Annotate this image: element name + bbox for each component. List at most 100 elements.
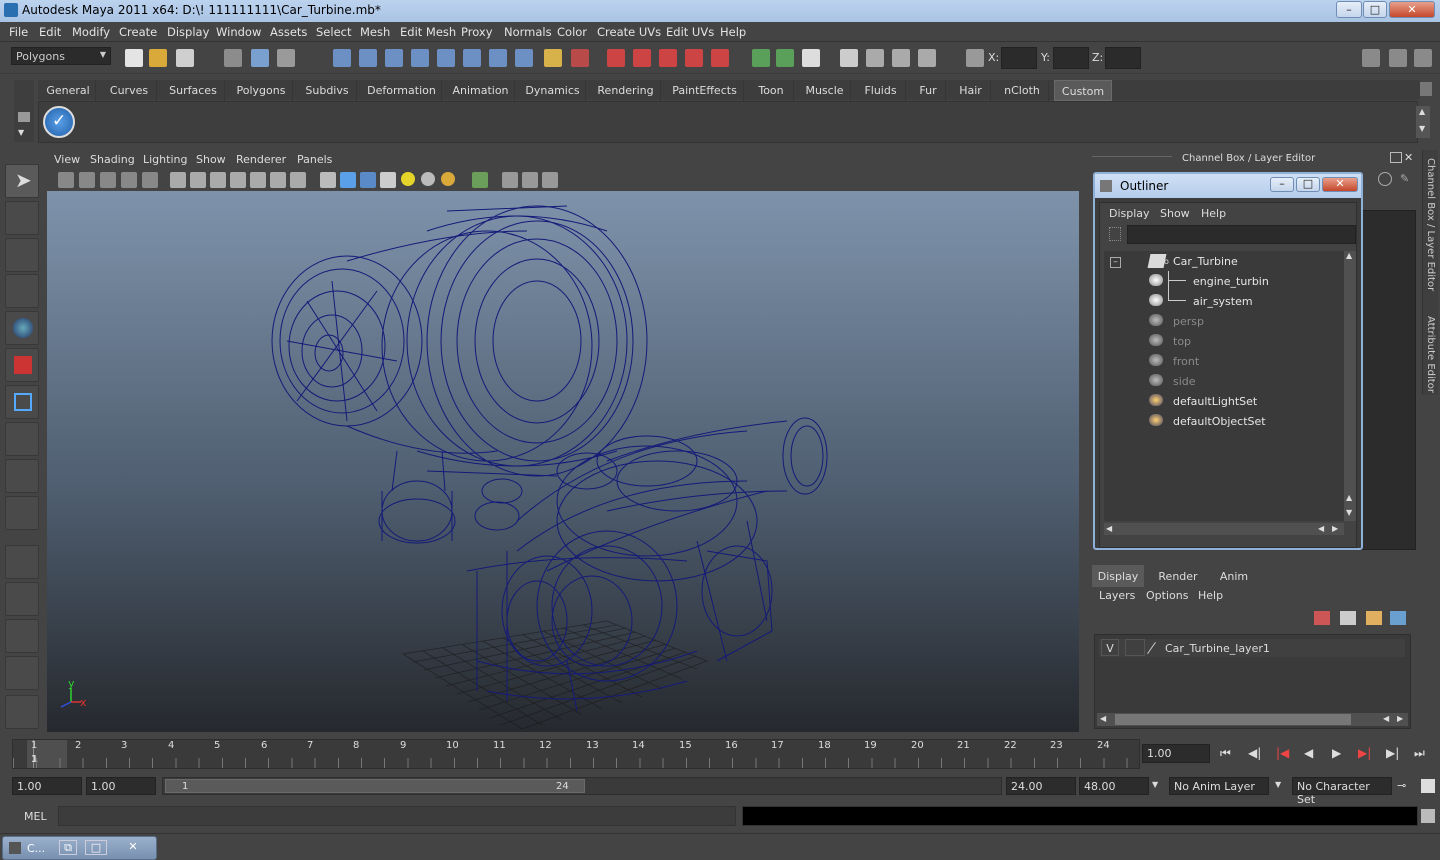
menu-create[interactable]: Create: [119, 25, 157, 39]
empty-tool-slot[interactable]: [5, 496, 39, 530]
collapse-toggle-icon[interactable]: –: [1110, 257, 1121, 268]
outliner-maximize-button[interactable]: □: [1296, 177, 1320, 192]
save-scene-icon[interactable]: [176, 49, 194, 67]
channel-box-circle-icon[interactable]: [1378, 172, 1392, 186]
two-d-pan-icon[interactable]: [142, 172, 158, 188]
shadows-icon[interactable]: [441, 172, 455, 186]
help-mask-icon[interactable]: [515, 49, 533, 67]
shelf-tab-animation[interactable]: Animation: [447, 80, 515, 101]
step-forward-frame-icon[interactable]: ▶|: [1386, 746, 1399, 760]
select-object-icon[interactable]: [251, 49, 269, 67]
snap-plane-icon[interactable]: [685, 49, 703, 67]
menu-edit[interactable]: Edit: [39, 25, 61, 39]
last-tool-icon[interactable]: [5, 459, 39, 493]
mask-icon-5[interactable]: [437, 49, 455, 67]
manipulator-tool-icon[interactable]: [5, 422, 39, 456]
close-icon[interactable]: ✕: [115, 840, 151, 855]
outliner-item-default-light-set[interactable]: defaultLightSet: [1173, 395, 1257, 408]
select-component-icon[interactable]: [277, 49, 295, 67]
shelf-tab-painteffects[interactable]: PaintEffects: [666, 80, 744, 101]
film-gate-icon[interactable]: [190, 172, 206, 188]
outliner-window[interactable]: Outliner – □ ✕ Display Show Help – Car_T…: [1093, 172, 1363, 550]
all-lights-icon[interactable]: [421, 172, 435, 186]
rotate-tool-icon[interactable]: [5, 348, 39, 382]
menu-assets[interactable]: Assets: [270, 25, 307, 39]
outliner-minimize-button[interactable]: –: [1270, 177, 1294, 192]
layer-row[interactable]: V Car_Turbine_layer1: [1099, 639, 1405, 657]
menu-file[interactable]: File: [9, 25, 28, 39]
script-editor-icon[interactable]: [1421, 809, 1435, 823]
mel-input[interactable]: [58, 806, 736, 826]
new-scene-icon[interactable]: [125, 49, 143, 67]
bookmarks-icon[interactable]: [100, 172, 116, 188]
outliner-menu-help[interactable]: Help: [1201, 207, 1226, 220]
move-tool-icon[interactable]: [5, 311, 39, 345]
outliner-item-front[interactable]: front: [1173, 355, 1199, 368]
minimized-window[interactable]: C... ⧉ □ ✕: [2, 836, 157, 860]
layer-tab-render[interactable]: Render: [1150, 565, 1206, 587]
mask-icon-6[interactable]: [463, 49, 481, 67]
range-slider-handle[interactable]: 1 24: [165, 779, 585, 793]
textured-icon[interactable]: [380, 172, 396, 188]
minimize-button[interactable]: –: [1336, 1, 1362, 18]
current-time-field[interactable]: 1.00: [1142, 744, 1210, 763]
menu-display[interactable]: Display: [167, 25, 209, 39]
menu-mesh[interactable]: Mesh: [360, 25, 390, 39]
make-live-icon[interactable]: [711, 49, 729, 67]
paint-select-tool-icon[interactable]: [5, 238, 39, 272]
shelf-tab-ncloth[interactable]: nCloth: [996, 80, 1049, 101]
panel-close-icon[interactable]: ✕: [1404, 151, 1416, 164]
outliner-search-input[interactable]: [1127, 225, 1356, 244]
trash-icon[interactable]: [1420, 82, 1432, 96]
outliner-menu-show[interactable]: Show: [1160, 207, 1190, 220]
shelf-tab-general[interactable]: General: [41, 80, 96, 101]
outliner-item-engine-turbin[interactable]: engine_turbin: [1193, 275, 1269, 288]
menu-help[interactable]: Help: [720, 25, 746, 39]
layer-menu-help[interactable]: Help: [1198, 589, 1223, 602]
select-tool-icon[interactable]: ➤: [5, 164, 39, 198]
render-settings-icon[interactable]: [892, 49, 910, 67]
mask-icon-2[interactable]: [359, 49, 377, 67]
outliner-item-persp[interactable]: persp: [1173, 315, 1204, 328]
shelf-menu-icon[interactable]: [18, 112, 30, 122]
sculpt-tool-icon[interactable]: [5, 274, 39, 308]
shelf-tab-toon[interactable]: Toon: [749, 80, 794, 101]
menu-window[interactable]: Window: [216, 25, 261, 39]
new-layer-icon[interactable]: [1366, 611, 1382, 625]
camera-attributes-icon[interactable]: [79, 172, 95, 188]
graph-layout-icon[interactable]: [5, 656, 39, 690]
layer-horizontal-scrollbar[interactable]: ◀ ◀ ▶: [1097, 713, 1408, 726]
gate-mask-icon[interactable]: [230, 172, 246, 188]
image-plane-icon[interactable]: [121, 172, 137, 188]
default-light-icon[interactable]: [401, 172, 415, 186]
toggle-channel-box-icon[interactable]: [1414, 49, 1432, 67]
render-icon[interactable]: [840, 49, 858, 67]
layer-type-toggle[interactable]: [1125, 639, 1145, 656]
z-input[interactable]: [1105, 47, 1141, 69]
layer-menu-options[interactable]: Options: [1146, 589, 1188, 602]
outliner-horizontal-scrollbar[interactable]: ◀ ◀ ▶: [1104, 523, 1344, 535]
shelf-tab-deformation[interactable]: Deformation: [362, 80, 442, 101]
outliner-item-side[interactable]: side: [1173, 375, 1196, 388]
outliner-layout-icon[interactable]: [5, 619, 39, 653]
outliner-filter-icon[interactable]: [1109, 227, 1121, 241]
ipr-render-icon[interactable]: [866, 49, 884, 67]
step-forward-key-icon[interactable]: ▶|: [1358, 746, 1371, 760]
layer-scroll-thumb[interactable]: [1115, 714, 1351, 725]
anim-layer-dropdown[interactable]: No Anim Layer: [1169, 777, 1269, 795]
transform-mode-icon[interactable]: [966, 49, 984, 67]
layer-visibility-toggle[interactable]: V: [1101, 639, 1119, 656]
lasso-tool-icon[interactable]: [5, 201, 39, 235]
viewport-menu-shading[interactable]: Shading: [90, 153, 135, 166]
key-icon[interactable]: ⊸: [1397, 779, 1406, 792]
outliner-item-car-turbine[interactable]: Car_Turbine: [1173, 255, 1238, 268]
panel-drag-handle[interactable]: [1092, 156, 1172, 159]
viewport-menu-panels[interactable]: Panels: [297, 153, 332, 166]
go-to-end-icon[interactable]: ⏭: [1414, 746, 1425, 761]
play-forward-icon[interactable]: ▶: [1332, 746, 1341, 760]
x-input[interactable]: [1001, 47, 1037, 69]
outliner-vertical-scrollbar[interactable]: ▲ ▲ ▼: [1344, 251, 1356, 521]
menu-modify[interactable]: Modify: [72, 25, 110, 39]
menu-set-dropdown[interactable]: Polygons ▼: [11, 47, 111, 65]
outliner-item-top[interactable]: top: [1173, 335, 1191, 348]
